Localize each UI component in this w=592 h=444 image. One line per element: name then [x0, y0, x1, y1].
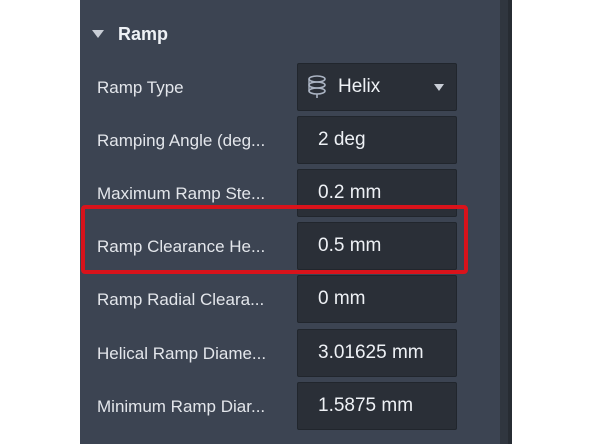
- row-ramp-clearance-height: Ramp Clearance He... 0.5 mm: [80, 222, 500, 272]
- ramp-clearance-height-field[interactable]: 0.5 mm: [297, 222, 457, 270]
- maximum-ramp-step-label: Maximum Ramp Ste...: [97, 184, 266, 203]
- helical-ramp-diameter-value: 3.01625 mm: [318, 342, 424, 363]
- scrollbar-edge: [508, 0, 512, 444]
- row-maximum-ramp-step: Maximum Ramp Ste... 0.2 mm: [80, 169, 500, 219]
- helical-ramp-diameter-label: Helical Ramp Diame...: [97, 344, 267, 363]
- collapse-caret-icon[interactable]: [92, 30, 104, 38]
- maximum-ramp-step-value: 0.2 mm: [318, 182, 382, 203]
- ramp-radial-clearance-value: 0 mm: [318, 288, 366, 309]
- maximum-ramp-step-field[interactable]: 0.2 mm: [297, 169, 457, 217]
- ramp-type-select[interactable]: Helix: [297, 63, 457, 111]
- ramping-angle-value: 2 deg: [318, 129, 366, 150]
- ramping-angle-label: Ramping Angle (deg...: [97, 131, 266, 150]
- ramp-clearance-height-value: 0.5 mm: [318, 235, 382, 256]
- row-ramping-angle: Ramping Angle (deg... 2 deg: [80, 116, 500, 166]
- minimum-ramp-diameter-value: 1.5875 mm: [318, 395, 414, 416]
- row-minimum-ramp-diameter: Minimum Ramp Diar... 1.5875 mm: [80, 382, 500, 432]
- ramp-clearance-height-label: Ramp Clearance He...: [97, 237, 266, 256]
- ramping-angle-field[interactable]: 2 deg: [297, 116, 457, 164]
- section-title: Ramp: [118, 24, 169, 44]
- row-helical-ramp-diameter: Helical Ramp Diame... 3.01625 mm: [80, 329, 500, 379]
- chevron-down-icon[interactable]: [434, 84, 444, 91]
- helical-ramp-diameter-field[interactable]: 3.01625 mm: [297, 329, 457, 377]
- ramp-radial-clearance-label: Ramp Radial Cleara...: [97, 290, 265, 309]
- ramp-type-value: Helix: [338, 76, 381, 97]
- minimum-ramp-diameter-field[interactable]: 1.5875 mm: [297, 382, 457, 430]
- helix-icon: [308, 75, 326, 98]
- ramp-radial-clearance-field[interactable]: 0 mm: [297, 275, 457, 323]
- row-ramp-type: Ramp Type Helix: [80, 63, 500, 113]
- minimum-ramp-diameter-label: Minimum Ramp Diar...: [97, 397, 266, 416]
- ramp-section-header[interactable]: Ramp: [80, 14, 500, 54]
- row-ramp-radial-clearance: Ramp Radial Cleara... 0 mm: [80, 275, 500, 325]
- panel-scrollbar[interactable]: [500, 0, 512, 444]
- ramp-type-label: Ramp Type: [97, 78, 184, 97]
